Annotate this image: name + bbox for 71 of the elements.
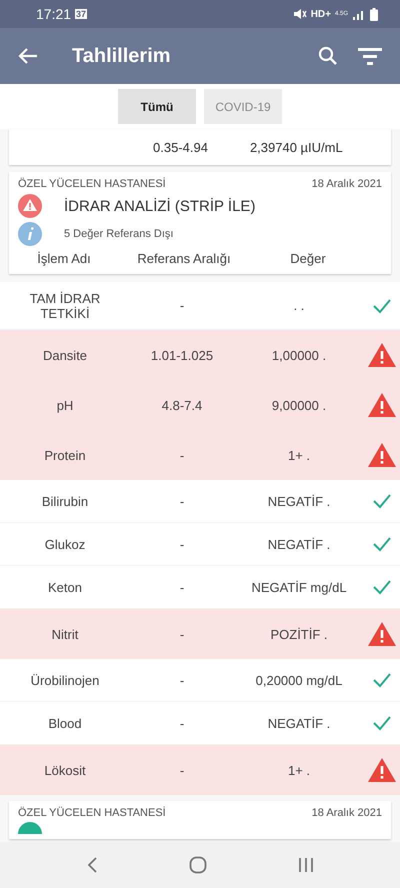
- test-name: Dansite: [42, 348, 88, 362]
- test-name: TAM İDRAR TETKİKİ: [28, 290, 102, 320]
- warning-icon: [18, 194, 42, 218]
- check-icon: [372, 298, 392, 314]
- calendar-badge: 37: [75, 9, 88, 19]
- result-value: NEGATİF .: [268, 494, 330, 508]
- column-header: Değer: [290, 251, 326, 266]
- result-value: NEGATİF mg/dL: [251, 580, 347, 594]
- signal-icon: [352, 8, 366, 20]
- home-icon: [188, 856, 207, 874]
- check-icon: [372, 579, 392, 595]
- reference-range: -: [180, 626, 184, 642]
- result-value: 1,00000 .: [272, 348, 326, 362]
- result-value: NEGATİF .: [268, 716, 330, 730]
- status-time: 17:21: [36, 6, 72, 22]
- result-value: 0,20000 mg/dL: [256, 672, 342, 688]
- column-header: İşlem Adı: [37, 251, 91, 266]
- warning-icon: [367, 392, 397, 418]
- screen-title: Tahlillerim: [72, 44, 171, 68]
- reference-range: -: [180, 536, 184, 552]
- result-value: NEGATİF .: [268, 536, 330, 552]
- mute-icon: [292, 8, 307, 20]
- test-name: Nitrit: [50, 626, 80, 642]
- check-icon: [372, 493, 392, 509]
- filter-icon: [358, 47, 382, 65]
- reference-range: 1.01-1.025: [150, 348, 214, 362]
- test-name: Keton: [47, 580, 83, 594]
- test-title: İDRAR ANALİZİ (STRİP İLE): [64, 198, 256, 214]
- test-date: 18 Aralık 2021: [312, 807, 382, 819]
- reference-range: 4.8-7.4: [162, 398, 202, 412]
- hospital-name: ÖZEL YÜCELEN HASTANESİ: [18, 807, 166, 819]
- warning-icon: [367, 757, 397, 783]
- battery-icon: [370, 8, 378, 20]
- result-value: 1+ .: [288, 448, 310, 462]
- search-icon: [318, 46, 338, 66]
- out-of-range-note: 5 Değer Referans Dışı: [64, 228, 174, 240]
- result-value: POZİTİF .: [270, 626, 328, 642]
- test-name: Glukoz: [44, 536, 86, 552]
- test-name: Lökosit: [43, 762, 87, 778]
- network-label: HD+: [310, 8, 331, 20]
- test-date: 18 Aralık 2021: [312, 178, 382, 190]
- result-value: 2,39740 µIU/mL: [250, 140, 343, 154]
- warning-icon: [367, 442, 397, 468]
- warning-icon: [367, 342, 397, 368]
- back-arrow-icon: [18, 47, 38, 65]
- recent-apps-icon: [298, 857, 314, 873]
- test-name: Protein: [43, 448, 87, 462]
- result-value: . .: [294, 298, 304, 313]
- reference-range: -: [180, 494, 184, 508]
- hospital-name: ÖZEL YÜCELEN HASTANESİ: [18, 178, 166, 190]
- reference-range: -: [180, 448, 184, 462]
- check-icon: [372, 536, 392, 552]
- check-icon: [372, 672, 392, 688]
- warning-icon: [367, 621, 397, 647]
- reference-range: -: [180, 762, 184, 778]
- result-value: 9,00000 .: [272, 398, 326, 412]
- reference-range: -: [180, 672, 184, 688]
- test-name: pH: [56, 398, 74, 412]
- test-name: Ürobilinojen: [30, 672, 100, 688]
- chevron-left-icon: [86, 856, 98, 874]
- reference-range: -: [180, 716, 184, 730]
- reference-range: -: [180, 580, 184, 594]
- reference-range: -: [180, 298, 184, 313]
- column-header: Referans Aralığı: [137, 251, 231, 266]
- check-icon: [372, 715, 392, 731]
- test-name: Blood: [47, 716, 83, 730]
- filter-tab[interactable]: Tümü: [118, 89, 196, 124]
- reference-range: 0.35-4.94: [153, 140, 208, 154]
- result-value: 1+ .: [288, 762, 310, 778]
- test-name: Bilirubin: [40, 494, 90, 508]
- info-icon: [18, 222, 42, 246]
